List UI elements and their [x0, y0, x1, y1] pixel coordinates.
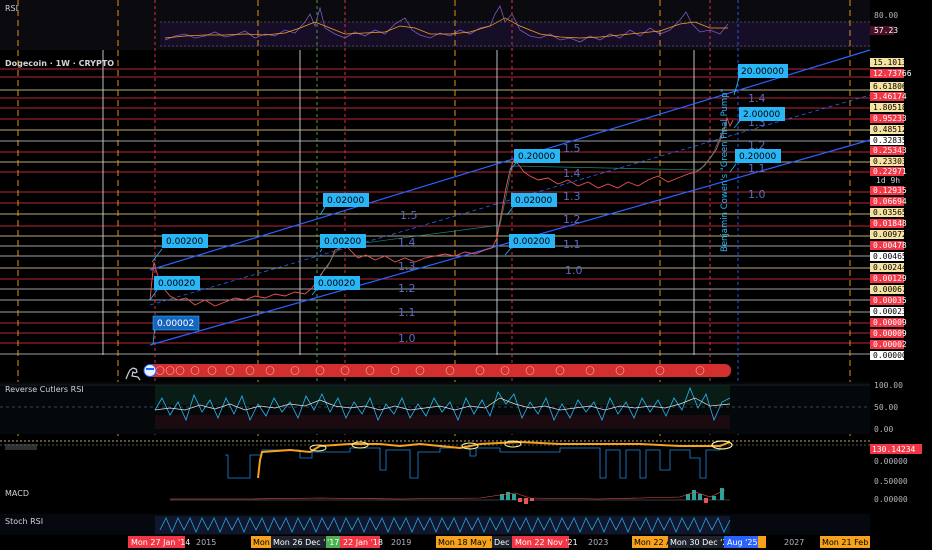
- price-tag: 0.23303: [873, 157, 907, 166]
- price-tag: 1.80518: [873, 103, 907, 112]
- price-tag: 0.25343: [873, 146, 907, 155]
- price-tag: 0.00478: [873, 241, 907, 250]
- price-tag: 0.00009: [873, 318, 907, 327]
- countdown-label: 1d 9h: [876, 176, 900, 185]
- target-label: 0.00020: [318, 279, 355, 289]
- time-tag: Mon 22 A: [634, 538, 672, 547]
- price-tag: 0.06694: [873, 197, 907, 206]
- fib-label: 1.0: [748, 188, 766, 201]
- chart-title: Dogecoin · 1W · CRYPTO: [5, 59, 114, 68]
- cutlers-level-100: 100.00: [874, 381, 903, 390]
- fib-label: 1.4: [398, 236, 416, 249]
- target-label: 0.00200: [324, 237, 361, 247]
- macd-level-top: 0.50000: [874, 477, 908, 486]
- time-tag: Aug '25: [727, 538, 758, 547]
- faded-level-zero: 0.00000: [874, 457, 908, 466]
- price-tag: 0.00129: [873, 274, 907, 283]
- fib-label: 1.1: [398, 306, 416, 319]
- fib-label: 1.0: [398, 332, 416, 345]
- event-band: [143, 364, 731, 377]
- rsi-pane: RSI 80.00 57.23: [0, 0, 898, 50]
- target-label: 0.00002: [157, 319, 194, 329]
- target-label: 0.20000: [518, 152, 555, 162]
- price-tag: 0.03565: [873, 208, 907, 217]
- fib-label: 1.2: [398, 282, 416, 295]
- cutlers-rsi-pane[interactable]: Reverse Cutlers RSI 100.00 50.00 0.00: [0, 381, 903, 434]
- chart-canvas[interactable]: RSI 80.00 57.23 Dogecoin · 1W · CRYPTO 1…: [0, 0, 932, 550]
- fib-label: 1.1: [563, 238, 581, 251]
- time-label: 2023: [588, 538, 608, 547]
- time-tag: Mon 30 Dec '24: [670, 538, 733, 547]
- cowen-annotation: Benjamin Cowen's "Green Final Pump": [720, 88, 730, 252]
- price-tag: 0.00023: [873, 307, 907, 316]
- price-tag: 0.00244: [873, 263, 907, 272]
- time-tag: 22 Jan '18: [343, 538, 383, 547]
- macd-level-zero: 0.00000: [874, 495, 908, 504]
- fib-label: 1.5: [563, 142, 581, 155]
- price-tag: 0.01848: [873, 219, 907, 228]
- time-tag: Mon 27 Jan '14: [131, 538, 190, 547]
- time-tag: Mon 21 Feb '28: [822, 538, 883, 547]
- time-tag: Mon 22 Nov '21: [515, 538, 578, 547]
- price-tag: 3.46174: [873, 92, 907, 101]
- cutlers-level-50: 50.00: [874, 403, 898, 412]
- cutlers-level-0: 0.00: [874, 425, 893, 434]
- time-tag: Dec: [494, 538, 509, 547]
- time-label: 2019: [391, 538, 411, 547]
- faded-value-tag: 130.14234: [872, 445, 916, 454]
- price-tag: 0.48512: [873, 125, 907, 134]
- time-tag: '17: [327, 538, 339, 547]
- price-tag: 0.12935: [873, 186, 907, 195]
- price-tag: 0.00067: [873, 285, 907, 294]
- price-tag: 0.22971: [873, 167, 907, 176]
- price-tag: 0.00002: [873, 340, 907, 349]
- fib-label: 1.5: [400, 209, 418, 222]
- stoch-rsi-pane[interactable]: Stoch RSI: [0, 514, 870, 535]
- price-tag: 0.00035: [873, 296, 907, 305]
- faded-pane-label-placeholder: [5, 444, 37, 450]
- price-tag: 0.00465: [873, 252, 907, 261]
- target-label: 0.20000: [739, 152, 776, 162]
- price-scale[interactable]: 15.10134 12.73766 6.61806 3.46174 1.8051…: [870, 50, 932, 360]
- macd-pane-label: MACD: [5, 489, 29, 498]
- price-tag: 0.00972: [873, 230, 907, 239]
- price-tag: 0.00009: [873, 329, 907, 338]
- fib-label: 1.3: [563, 190, 581, 203]
- target-label: 2.00000: [743, 110, 780, 120]
- fib-label: 1.4: [748, 92, 766, 105]
- stoch-pane-label: Stoch RSI: [5, 517, 43, 526]
- fib-label: 1.4: [563, 167, 581, 180]
- cutlers-pane-label: Reverse Cutlers RSI: [5, 385, 84, 394]
- price-tag: 0.32835: [873, 136, 907, 145]
- price-tag: 12.73766: [873, 69, 912, 78]
- target-label: 0.02000: [327, 196, 364, 206]
- price-tag: 0.00000: [873, 351, 907, 360]
- fib-label: 1.0: [565, 264, 583, 277]
- fib-label: 1.1: [748, 162, 766, 175]
- rsi-level-80: 80.00: [874, 11, 898, 20]
- target-label: 0.02000: [515, 196, 552, 206]
- target-label: 20.00000: [741, 67, 784, 77]
- rsi-level-current: 57.23: [874, 26, 898, 35]
- fib-label: 1.2: [563, 213, 581, 226]
- rsi-pane-label: RSI: [5, 4, 18, 13]
- target-label: 0.00200: [166, 237, 203, 247]
- time-axis[interactable]: Mon 27 Jan '14 2015 Mon Mon 26 Dec '16 '…: [0, 535, 932, 550]
- target-label: 0.00200: [513, 237, 550, 247]
- fib-label: 1.3: [398, 260, 416, 273]
- time-label: 2027: [784, 538, 804, 547]
- price-tag: 6.61806: [873, 82, 907, 91]
- price-tag: 0.95233: [873, 114, 907, 123]
- faded-oscillator-pane[interactable]: 130.14234 0.00000: [0, 436, 922, 486]
- price-tag: 15.10134: [873, 58, 912, 67]
- time-tag: Mon: [253, 538, 270, 547]
- target-label: 0.00020: [158, 279, 195, 289]
- time-label: 2015: [196, 538, 216, 547]
